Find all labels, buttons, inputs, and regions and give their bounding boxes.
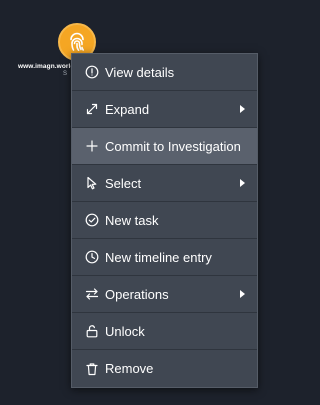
menu-item-label: Commit to Investigation xyxy=(105,138,241,154)
menu-item-label: New timeline entry xyxy=(105,249,212,265)
menu-item-select[interactable]: Select xyxy=(72,165,257,202)
menu-item-label: Remove xyxy=(105,361,154,376)
menu-item-expand[interactable]: Expand xyxy=(72,91,257,128)
submenu-arrow-icon xyxy=(240,179,245,187)
unlock-icon xyxy=(85,324,99,338)
menu-item-operations[interactable]: Operations xyxy=(72,276,257,313)
menu-item-new-task[interactable]: New task xyxy=(72,202,257,239)
graph-canvas[interactable]: www.imagn.world S View details Expand Co… xyxy=(0,0,283,405)
trash-icon xyxy=(85,362,99,376)
menu-item-label: Select xyxy=(105,175,142,191)
clock-icon xyxy=(85,250,99,264)
menu-item-label: View details xyxy=(105,64,175,80)
menu-item-label: Unlock xyxy=(105,323,145,339)
menu-item-label: Expand xyxy=(105,101,150,117)
menu-item-unlock[interactable]: Unlock xyxy=(72,313,257,350)
submenu-arrow-icon xyxy=(240,290,245,298)
context-menu: View details Expand Commit to Investigat xyxy=(71,53,258,388)
pointer-icon xyxy=(85,176,99,190)
menu-item-label: Operations xyxy=(105,286,169,302)
plus-icon xyxy=(85,139,99,153)
menu-item-label: New task xyxy=(105,212,159,228)
expand-arrows-icon xyxy=(85,102,99,116)
menu-item-remove[interactable]: Remove xyxy=(72,350,257,387)
submenu-arrow-icon xyxy=(240,105,245,113)
check-circle-icon xyxy=(85,213,99,227)
fingerprint-icon xyxy=(65,30,89,54)
menu-item-new-timeline-entry[interactable]: New timeline entry xyxy=(72,239,257,276)
swap-arrows-icon xyxy=(85,287,99,301)
menu-item-commit-to-investigation[interactable]: Commit to Investigation xyxy=(72,128,257,165)
menu-item-view-details[interactable]: View details xyxy=(72,54,257,91)
node-label: www.imagn.world xyxy=(18,63,75,70)
node-sublabel: S xyxy=(63,71,68,77)
info-circle-icon xyxy=(85,65,99,79)
